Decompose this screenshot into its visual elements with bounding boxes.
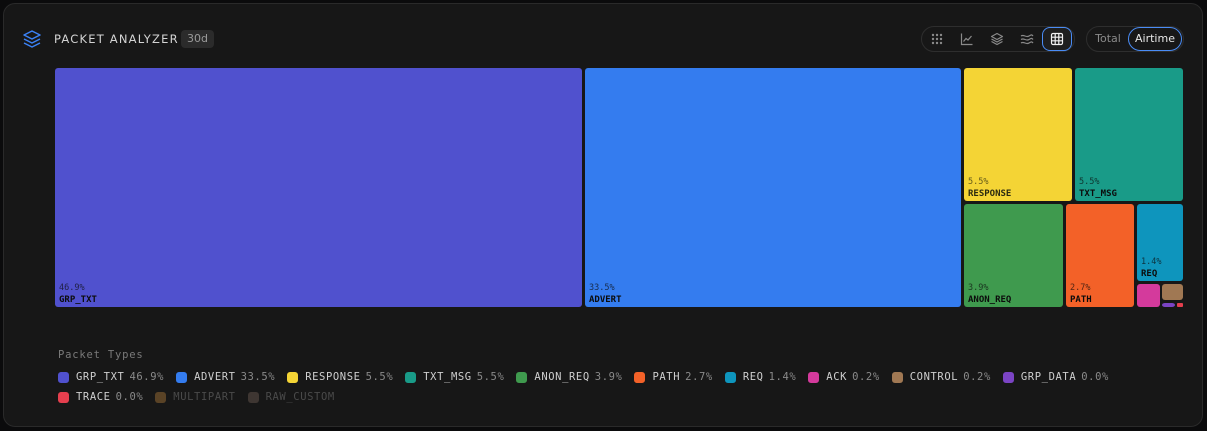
- legend-label: GRP_DATA: [1020, 371, 1077, 383]
- treemap-tile-txt-msg[interactable]: [1075, 68, 1183, 201]
- legend-label: MULTIPART: [173, 391, 236, 403]
- legend-swatch: [891, 371, 903, 383]
- legend-item-grp-data[interactable]: GRP_DATA 0.0%: [1002, 370, 1109, 384]
- legend-label: TXT_MSG: [423, 371, 472, 383]
- legend-swatch: [287, 371, 299, 383]
- treemap-tile-path[interactable]: [1066, 204, 1134, 307]
- treemap-tile-response[interactable]: [964, 68, 1072, 201]
- legend-label: REQ: [742, 371, 764, 383]
- legend-swatch: [634, 371, 646, 383]
- treemap-tile-trace[interactable]: [1177, 303, 1183, 307]
- treemap-tile-grp-txt[interactable]: [55, 68, 582, 307]
- legend-label: PATH: [652, 371, 681, 383]
- layers-logo-icon: [23, 30, 41, 48]
- treemap-tile-control[interactable]: [1162, 284, 1183, 300]
- legend-item-control[interactable]: CONTROL 0.2%: [891, 370, 991, 384]
- treemap-tile-req[interactable]: [1137, 204, 1183, 281]
- legend-label: ANON_REQ: [534, 371, 590, 383]
- treemap-tile-advert[interactable]: [585, 68, 961, 307]
- legend-pct: 0.0%: [1081, 371, 1109, 383]
- legend-item-path[interactable]: PATH 2.7%: [634, 370, 712, 384]
- metric-airtime-button[interactable]: Airtime: [1128, 27, 1182, 51]
- legend-title: Packet Types: [58, 349, 144, 361]
- legend-swatch: [808, 371, 820, 383]
- legend-item-req[interactable]: REQ 1.4%: [724, 370, 797, 384]
- legend-swatch: [516, 371, 528, 383]
- legend-label: TRACE: [76, 391, 111, 403]
- legend-item-multipart[interactable]: MULTIPART: [155, 390, 235, 404]
- legend-label: RESPONSE: [305, 371, 361, 383]
- legend-pct: 33.5%: [240, 371, 276, 383]
- legend-item-response[interactable]: RESPONSE 5.5%: [287, 370, 393, 384]
- legend-item-grp-txt[interactable]: GRP_TXT 46.9%: [58, 370, 164, 384]
- legend-swatch: [58, 371, 69, 383]
- legend-item-trace[interactable]: TRACE 0.0%: [58, 390, 143, 404]
- grid-dots-icon[interactable]: [925, 28, 949, 50]
- legend-pct: 0.0%: [115, 391, 144, 403]
- legend-label: ACK: [826, 371, 848, 383]
- legend-pct: 3.9%: [594, 371, 623, 383]
- legend-label: RAW_CUSTOM: [265, 391, 335, 403]
- metric-total-button[interactable]: Total: [1090, 28, 1126, 50]
- page-title: PACKET ANALYZER: [54, 32, 179, 46]
- legend-pct: 5.5%: [365, 371, 394, 383]
- legend-swatch: [405, 371, 417, 383]
- legend-pct: 5.5%: [476, 371, 505, 383]
- treemap-tile-grp-data[interactable]: [1162, 303, 1175, 307]
- legend-pct: 2.7%: [685, 371, 713, 383]
- legend-swatch: [155, 391, 167, 403]
- legend-pct: 0.2%: [963, 371, 991, 383]
- legend-item-ack[interactable]: ACK 0.2%: [808, 370, 879, 384]
- legend-swatch: [176, 371, 188, 383]
- legend-item-anon-req[interactable]: ANON_REQ 3.9%: [516, 370, 622, 384]
- legend-pct: 46.9%: [129, 371, 165, 383]
- legend-label: GRP_TXT: [76, 371, 125, 383]
- legend-swatch: [1002, 371, 1014, 383]
- treemap-grid-icon[interactable]: [1042, 27, 1072, 51]
- legend-pct: 1.4%: [768, 371, 797, 383]
- legend-item-raw-custom[interactable]: RAW_CUSTOM: [247, 390, 335, 404]
- line-chart-icon[interactable]: [955, 28, 979, 50]
- stream-icon[interactable]: [1015, 28, 1039, 50]
- legend-item-txt-msg[interactable]: TXT_MSG 5.5%: [405, 370, 504, 384]
- treemap-tile-ack[interactable]: [1137, 284, 1160, 307]
- legend-item-advert[interactable]: ADVERT 33.5%: [176, 370, 275, 384]
- legend: GRP_TXT 46.9% ADVERT 33.5% RESPONSE 5.5% TXT_M…: [58, 370, 1198, 404]
- legend-pct: 0.2%: [852, 371, 880, 383]
- treemap-tile-anon-req[interactable]: [964, 204, 1063, 307]
- legend-swatch: [724, 371, 736, 383]
- legend-label: ADVERT: [194, 371, 236, 383]
- legend-swatch: [58, 391, 69, 403]
- legend-swatch: [247, 391, 259, 403]
- period-badge[interactable]: 30d: [181, 30, 214, 48]
- layers-icon[interactable]: [985, 28, 1009, 50]
- legend-label: CONTROL: [909, 371, 959, 383]
